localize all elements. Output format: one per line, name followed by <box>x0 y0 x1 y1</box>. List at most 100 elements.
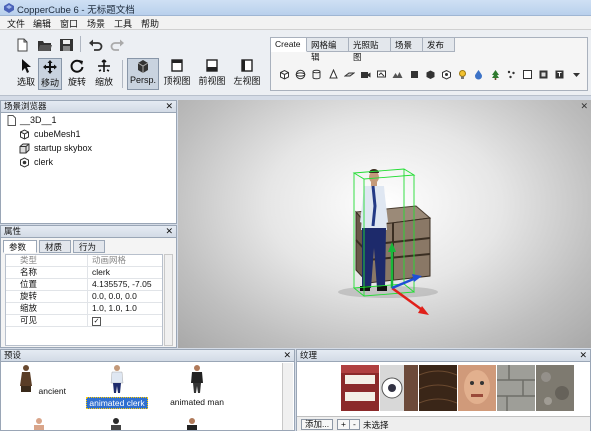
skybox-icon[interactable] <box>425 69 436 80</box>
texture-stone[interactable] <box>497 365 535 411</box>
tab-lightmap[interactable]: 光照贴图 <box>349 38 391 62</box>
preset-label: animated man <box>170 397 224 407</box>
open-folder-icon[interactable] <box>37 38 52 52</box>
select-tool-button[interactable]: 选取 <box>16 58 36 90</box>
property-value[interactable]: 0.0, 0.0, 0.0 <box>90 291 162 302</box>
tab-create[interactable]: Create <box>271 38 307 52</box>
add-texture-button[interactable]: 添加... <box>301 419 334 430</box>
property-row-type: 类型 动画网格 <box>6 255 162 267</box>
move-tool-button[interactable]: 移动 <box>38 58 62 90</box>
tree-item-cubemesh[interactable]: cubeMesh1 <box>19 129 81 140</box>
minus-button[interactable]: - <box>349 419 360 430</box>
properties-scrollbar[interactable] <box>164 254 173 346</box>
redo-icon[interactable] <box>110 38 125 52</box>
rotate-tool-button[interactable]: 旋转 <box>65 58 89 90</box>
more-icon[interactable] <box>571 69 582 80</box>
mesh-node-icon <box>20 129 29 140</box>
water-icon[interactable] <box>473 69 484 80</box>
tab-publish[interactable]: 发布 <box>423 38 455 52</box>
left-view-icon <box>241 59 253 72</box>
terrain-icon[interactable] <box>392 69 403 80</box>
preset-animated-man[interactable]: animated man <box>167 364 227 414</box>
tab-material[interactable]: 材质 <box>39 240 71 253</box>
preset-animated-clerk[interactable]: animated clerk <box>83 364 151 414</box>
property-value[interactable]: clerk <box>90 267 162 278</box>
close-icon[interactable]: ✕ <box>165 226 173 237</box>
save-icon[interactable] <box>59 38 74 52</box>
property-row-name[interactable]: 名称 clerk <box>6 267 162 279</box>
menu-edit[interactable]: 编辑 <box>32 17 52 30</box>
particle-icon[interactable] <box>506 69 517 80</box>
close-icon[interactable]: ✕ <box>579 350 587 361</box>
create-tabs: Create 网格编辑 光照贴图 场景 发布 <box>271 38 587 62</box>
presets-panel: 预设 ✕ ancient animated clerk animated man <box>0 349 295 431</box>
preset-ancient[interactable]: ancient <box>13 364 73 414</box>
tab-scene[interactable]: 场景 <box>391 38 423 52</box>
tree-item-root[interactable]: __3D__1 <box>7 115 57 127</box>
front-view-button[interactable]: 前视图 <box>198 58 226 90</box>
cone-icon[interactable] <box>328 69 339 80</box>
box-icon[interactable] <box>409 69 420 80</box>
cylinder-icon[interactable] <box>311 69 322 80</box>
property-row-visible[interactable]: 可见 ✓ <box>6 315 162 327</box>
text-icon[interactable] <box>522 69 533 80</box>
title-bar: CopperCube 6 - 无标题文档 <box>0 0 591 16</box>
property-value[interactable]: 4.135575, -7.05 <box>90 279 162 290</box>
menu-help[interactable]: 帮助 <box>140 17 160 30</box>
hud-text-icon[interactable] <box>554 69 565 80</box>
menu-scene[interactable]: 场景 <box>86 17 106 30</box>
texture-mouth[interactable] <box>341 365 379 411</box>
scale-tool-button[interactable]: 缩放 <box>92 58 116 90</box>
texture-rock[interactable] <box>536 365 574 411</box>
sphere-icon[interactable] <box>295 69 306 80</box>
property-row-rotation[interactable]: 旋转 0.0, 0.0, 0.0 <box>6 291 162 303</box>
menu-window[interactable]: 窗口 <box>59 17 79 30</box>
plane-icon[interactable] <box>343 69 355 80</box>
hud-image-icon[interactable] <box>538 69 549 80</box>
camera-icon[interactable] <box>360 69 371 80</box>
move-tool-label: 移动 <box>40 78 59 88</box>
cursor-arrow-icon <box>22 59 31 73</box>
tree-item-skybox[interactable]: startup skybox <box>19 143 92 154</box>
left-view-label: 左视图 <box>233 76 261 86</box>
tab-behavior[interactable]: 行为 <box>73 240 105 253</box>
mesh-icon[interactable] <box>441 69 452 80</box>
tree-item-label: cubeMesh1 <box>34 129 81 139</box>
texture-eye[interactable] <box>380 365 418 411</box>
cube-icon[interactable] <box>279 69 290 80</box>
texture-face[interactable] <box>458 365 496 411</box>
front-view-label: 前视图 <box>198 76 226 86</box>
tab-parameters[interactable]: 参数 <box>3 240 37 253</box>
tab-mesh-edit[interactable]: 网格编辑 <box>307 38 349 62</box>
texture-hair[interactable] <box>419 365 457 411</box>
property-value[interactable]: 1.0, 1.0, 1.0 <box>90 303 162 314</box>
undo-icon[interactable] <box>88 38 103 52</box>
new-file-icon[interactable] <box>15 38 30 52</box>
close-icon[interactable]: ✕ <box>165 101 173 112</box>
menu-file[interactable]: 文件 <box>6 17 26 30</box>
property-value: 动画网格 <box>92 255 127 265</box>
tree-icon[interactable] <box>490 69 501 80</box>
3d-viewport[interactable]: ✕ <box>178 100 591 348</box>
checkbox-mark: ✓ <box>92 317 101 326</box>
presets-scrollbar[interactable] <box>282 363 293 430</box>
property-row-scale[interactable]: 缩放 1.0, 1.0, 1.0 <box>6 303 162 315</box>
man-figure-icon <box>191 365 203 393</box>
property-key: 位置 <box>6 279 88 290</box>
property-key: 名称 <box>6 267 88 278</box>
property-row-position[interactable]: 位置 4.135575, -7.05 <box>6 279 162 291</box>
menu-tools[interactable]: 工具 <box>113 17 133 30</box>
top-view-button[interactable]: 顶视图 <box>163 58 191 90</box>
property-key: 缩放 <box>6 303 88 314</box>
property-key: 可见 <box>6 315 88 326</box>
close-icon[interactable]: ✕ <box>283 350 291 361</box>
window-title: CopperCube 6 - 无标题文档 <box>17 5 135 16</box>
billboard-icon[interactable] <box>376 69 387 80</box>
left-view-button[interactable]: 左视图 <box>233 58 261 90</box>
light-icon[interactable] <box>457 69 468 80</box>
properties-panel: 属性 ✕ 参数 材质 行为 类型 动画网格 名称 clerk 位置 4.1355… <box>0 225 177 348</box>
perspective-view-button[interactable]: Persp. <box>127 58 159 90</box>
visible-checkbox[interactable]: ✓ <box>90 315 162 326</box>
tree-item-clerk[interactable]: clerk <box>19 157 53 168</box>
animated-mesh-icon <box>20 157 29 168</box>
